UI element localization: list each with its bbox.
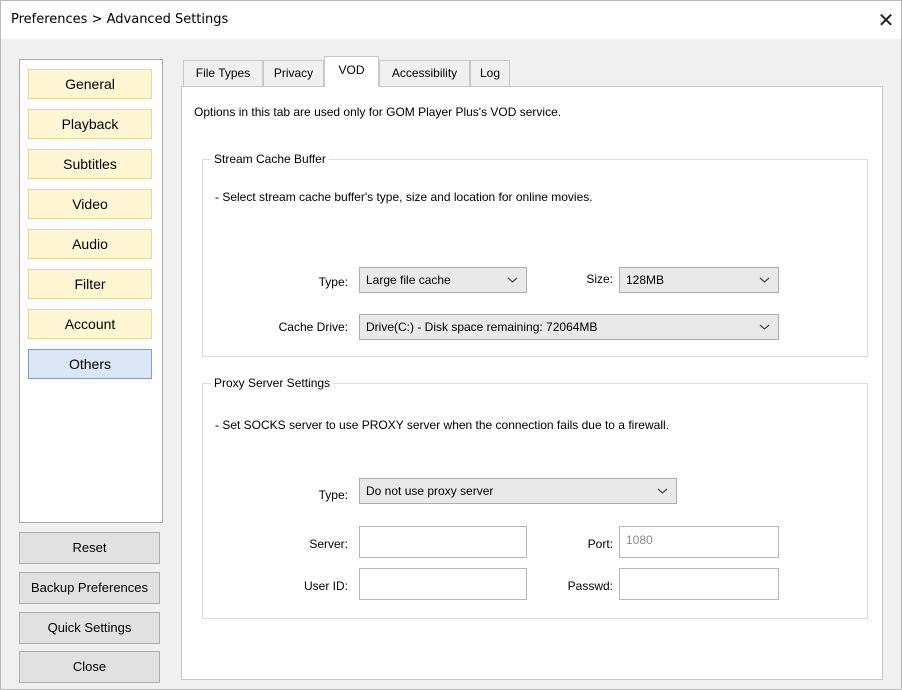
port-input[interactable]: 1080 (619, 526, 779, 558)
cache-size-label: Size: (586, 272, 613, 286)
category-filter[interactable]: Filter (28, 269, 152, 299)
category-audio[interactable]: Audio (28, 229, 152, 259)
proxy-type-dropdown[interactable]: Do not use proxy server (359, 478, 677, 504)
cache-drive-value: Drive(C:) - Disk space remaining: 72064M… (366, 320, 598, 334)
proxy-type-label: Type: (318, 488, 348, 502)
cache-size-value: 128MB (626, 273, 665, 287)
proxy-type-value: Do not use proxy server (366, 484, 494, 498)
category-playback[interactable]: Playback (28, 109, 152, 139)
passwd-label: Passwd: (567, 579, 613, 593)
chevron-down-icon (657, 488, 668, 494)
chevron-down-icon (759, 324, 770, 330)
window-title: Preferences > Advanced Settings (11, 12, 229, 27)
server-label: Server: (309, 537, 348, 551)
server-input[interactable] (359, 526, 527, 558)
stream-cache-buffer-group: Stream Cache Buffer - Select stream cach… (202, 152, 868, 357)
cache-type-value: Large file cache (366, 273, 451, 287)
group-title: Proxy Server Settings (211, 376, 334, 390)
proxy-server-settings-group: Proxy Server Settings - Set SOCKS server… (202, 376, 868, 619)
category-video[interactable]: Video (28, 189, 152, 219)
vod-intro-text: Options in this tab are used only for GO… (194, 105, 562, 119)
reset-button[interactable]: Reset (19, 532, 160, 564)
category-list: General Playback Subtitles Video Audio F… (19, 59, 163, 523)
tab-accessibility[interactable]: Accessibility (379, 60, 470, 86)
tab-file-types[interactable]: File Types (183, 60, 263, 86)
cache-type-dropdown[interactable]: Large file cache (359, 267, 527, 293)
category-account[interactable]: Account (28, 309, 152, 339)
cache-drive-dropdown[interactable]: Drive(C:) - Disk space remaining: 72064M… (359, 314, 779, 340)
quick-settings-button[interactable]: Quick Settings (19, 612, 160, 644)
chevron-down-icon (759, 277, 770, 283)
group-title: Stream Cache Buffer (211, 152, 329, 166)
category-others[interactable]: Others (28, 349, 152, 379)
close-button[interactable]: Close (19, 651, 160, 683)
group-description: - Set SOCKS server to use PROXY server w… (215, 418, 669, 432)
tab-log[interactable]: Log (470, 60, 510, 86)
port-label: Port: (587, 537, 613, 551)
vod-tab-panel: Options in this tab are used only for GO… (181, 86, 883, 680)
preferences-window: Preferences > Advanced Settings ✕ Genera… (0, 0, 902, 690)
tab-privacy[interactable]: Privacy (263, 60, 324, 86)
passwd-input[interactable] (619, 568, 779, 600)
chevron-down-icon (507, 277, 518, 283)
category-subtitles[interactable]: Subtitles (28, 149, 152, 179)
cache-size-dropdown[interactable]: 128MB (619, 267, 779, 293)
cache-drive-label: Cache Drive: (278, 320, 348, 334)
user-id-input[interactable] (359, 568, 527, 600)
category-general[interactable]: General (28, 69, 152, 99)
title-bar: Preferences > Advanced Settings ✕ (1, 1, 901, 39)
backup-preferences-button[interactable]: Backup Preferences (19, 572, 160, 604)
tab-vod[interactable]: VOD (324, 56, 379, 87)
group-description: - Select stream cache buffer's type, siz… (215, 190, 593, 204)
close-icon[interactable]: ✕ (873, 7, 899, 33)
cache-type-label: Type: (318, 275, 348, 289)
user-id-label: User ID: (303, 579, 348, 593)
